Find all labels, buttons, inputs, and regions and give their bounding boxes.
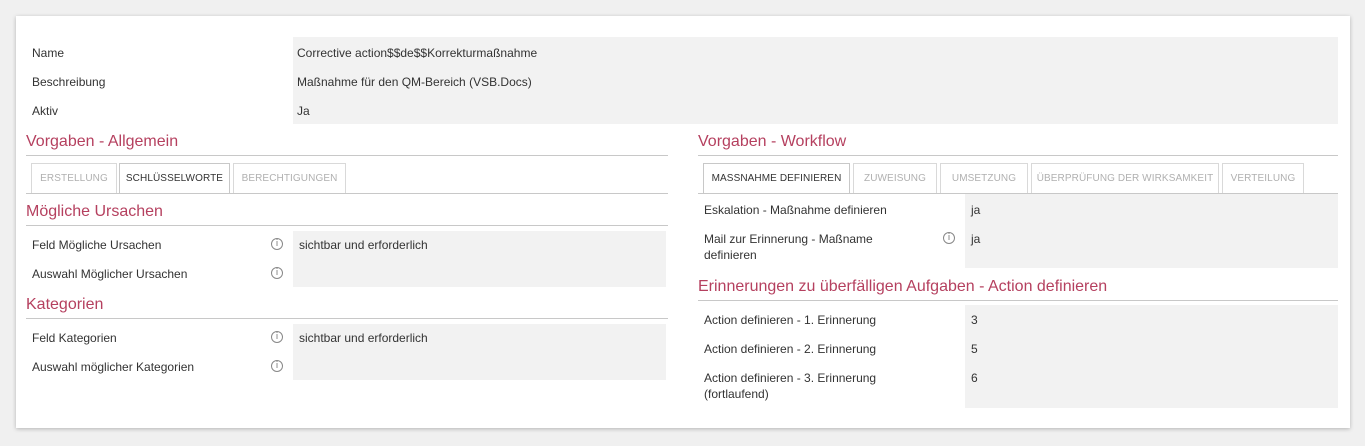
selection-categories-label: Auswahl möglicher Kategorien [32,360,195,374]
reminder-3-label: Action definieren - 3. Erinnerung (fortl… [704,371,877,401]
tab-verteilung[interactable]: VERTEILUNG [1222,163,1304,193]
possible-causes-title: Mögliche Ursachen [26,203,163,220]
reminder-3-value: 6 [971,371,978,385]
info-circle-icon[interactable]: i [271,360,283,372]
reminders-title: Erinnerungen zu überfälligen Aufgaben - … [698,278,1108,295]
general-tabs-baseline [26,193,668,194]
info-circle-icon[interactable]: i [271,267,283,279]
info-circle-icon[interactable]: i [271,331,283,343]
reminders-values-panel [965,305,1338,408]
tab-umsetzung[interactable]: UMSETZUNG [940,163,1028,193]
description-value: Maßnahme für den QM-Bereich (VSB.Docs) [297,75,532,89]
general-settings-title: Vorgaben - Allgemein [26,133,179,150]
reminder-1-value: 3 [971,313,978,327]
tab-ueberpruefung-wirksamkeit[interactable]: ÜBERPRÜFUNG DER WIRKSAMKEIT [1031,163,1219,193]
reminder-mail-value: ja [971,232,981,246]
reminder-mail-label: Mail zur Erinnerung - Maßname definieren [704,232,873,262]
tab-berechtigungen[interactable]: BERECHTIGUNGEN [233,163,346,193]
field-possible-causes-label: Feld Mögliche Ursachen [32,238,162,252]
general-settings-divider [26,155,668,156]
categories-divider [26,318,668,319]
field-categories-value: sichtbar und erforderlich [299,331,428,345]
tab-massnahme-definieren[interactable]: MASSNAHME DEFINIEREN [703,163,850,194]
name-value: Corrective action$$de$$Korrekturmaßnahme [297,46,538,60]
categories-title: Kategorien [26,296,104,313]
escalation-label: Eskalation - Maßnahme definieren [704,203,887,217]
description-label: Beschreibung [32,75,106,89]
reminder-2-label: Action definieren - 2. Erinnerung [704,342,877,356]
active-label: Aktiv [32,104,59,118]
workflow-settings-title: Vorgaben - Workflow [698,133,847,150]
reminder-1-label: Action definieren - 1. Erinnerung [704,313,877,327]
info-circle-icon[interactable]: i [271,238,283,250]
settings-card: Name Corrective action$$de$$Korrekturmaß… [16,16,1350,428]
possible-causes-divider [26,225,668,226]
field-categories-label: Feld Kategorien [32,331,117,345]
field-possible-causes-value: sichtbar und erforderlich [299,238,428,252]
escalation-value: ja [971,203,981,217]
active-value: Ja [297,104,310,118]
reminder-2-value: 5 [971,342,978,356]
reminders-divider [698,300,1338,301]
tab-schluesselworte[interactable]: SCHLÜSSELWORTE [119,163,230,194]
workflow-settings-divider [698,155,1338,156]
tab-zuweisung[interactable]: ZUWEISUNG [853,163,937,193]
selection-possible-causes-label: Auswahl Möglicher Ursachen [32,267,188,281]
info-circle-icon[interactable]: i [943,232,955,244]
name-label: Name [32,46,65,60]
workflow-values-panel [965,194,1338,268]
tab-erstellung[interactable]: ERSTELLUNG [31,163,117,193]
